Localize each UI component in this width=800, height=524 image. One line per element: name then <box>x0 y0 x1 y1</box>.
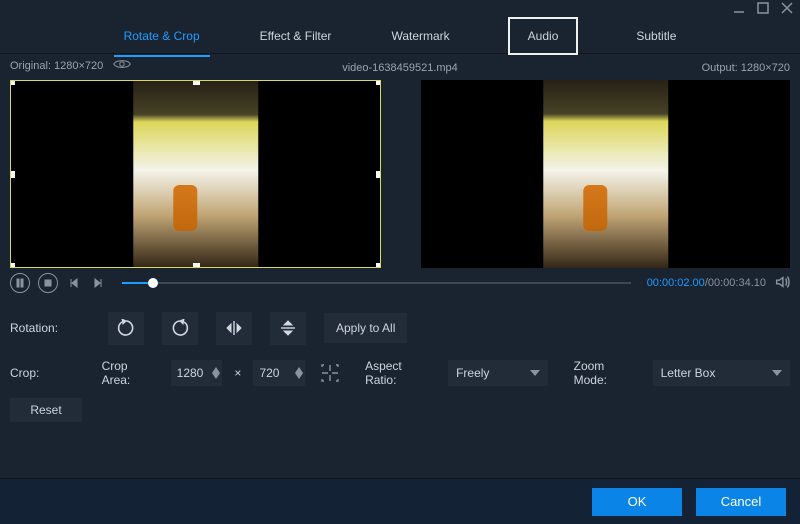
crop-handle[interactable] <box>376 263 381 268</box>
crop-height-value: 720 <box>259 366 279 380</box>
chevron-down-icon <box>530 368 540 378</box>
ok-button[interactable]: OK <box>592 488 682 516</box>
cancel-button[interactable]: Cancel <box>696 488 786 516</box>
seek-knob[interactable] <box>148 278 158 288</box>
preview-info-row: Original: 1280×720 video-1638459521.mp4 … <box>0 54 800 76</box>
play-bar: 00:00:02.00/00:00:34.10 <box>0 268 800 298</box>
output-preview <box>421 80 790 268</box>
times-label: × <box>234 366 241 380</box>
crop-label: Crop: <box>10 366 90 380</box>
volume-icon[interactable] <box>774 274 790 293</box>
reset-button[interactable]: Reset <box>10 398 82 422</box>
total-time: 00:00:34.10 <box>708 277 766 289</box>
video-thumbnail <box>133 81 258 267</box>
flip-vertical-button[interactable] <box>270 312 306 345</box>
crop-handle[interactable] <box>193 80 200 85</box>
zoom-mode-label: Zoom Mode: <box>574 359 641 387</box>
spin-down-icon[interactable] <box>295 373 303 379</box>
reset-row: Reset <box>0 394 800 426</box>
seek-slider[interactable] <box>122 282 631 284</box>
crop-area-label: Crop Area: <box>102 359 159 387</box>
crop-preview[interactable] <box>10 80 381 268</box>
next-frame-button[interactable] <box>90 275 106 291</box>
dialog-footer: OK Cancel <box>0 478 800 524</box>
flip-horizontal-button[interactable] <box>216 312 252 345</box>
eye-icon[interactable] <box>113 57 131 74</box>
tab-effect-filter[interactable]: Effect & Filter <box>258 25 334 47</box>
crop-handle[interactable] <box>193 263 200 268</box>
crop-center-button[interactable] <box>317 360 343 386</box>
zoom-mode-dropdown[interactable]: Letter Box <box>653 360 790 386</box>
crop-handle[interactable] <box>376 80 381 85</box>
chevron-down-icon <box>772 368 782 378</box>
current-time: 00:00:02.00 <box>647 277 705 289</box>
rotate-ccw-button[interactable] <box>108 312 144 345</box>
tab-subtitle[interactable]: Subtitle <box>634 25 678 47</box>
crop-handle[interactable] <box>10 80 15 85</box>
aspect-ratio-label: Aspect Ratio: <box>365 359 436 387</box>
spin-down-icon[interactable] <box>212 373 220 379</box>
aspect-ratio-value: Freely <box>456 366 489 380</box>
crop-height-input[interactable]: 720 <box>253 360 305 386</box>
rotate-cw-button[interactable] <box>162 312 198 345</box>
apply-to-all-button[interactable]: Apply to All <box>324 313 407 343</box>
video-editor-window: Rotate & Crop Effect & Filter Watermark … <box>0 0 800 524</box>
stop-button[interactable] <box>38 273 58 293</box>
time-display: 00:00:02.00/00:00:34.10 <box>647 277 766 289</box>
zoom-mode-value: Letter Box <box>661 366 716 380</box>
minimize-icon[interactable] <box>732 1 746 18</box>
tab-rotate-crop[interactable]: Rotate & Crop <box>122 25 202 47</box>
pause-button[interactable] <box>10 273 30 293</box>
crop-row: Crop: Crop Area: 1280 × 720 Aspect Ratio… <box>0 352 800 394</box>
close-icon[interactable] <box>780 1 794 18</box>
tab-watermark[interactable]: Watermark <box>389 25 451 47</box>
output-size-label: Output: 1280×720 <box>702 62 790 74</box>
rotation-label: Rotation: <box>10 321 90 335</box>
preview-area <box>0 76 800 268</box>
prev-frame-button[interactable] <box>66 275 82 291</box>
video-thumbnail <box>543 80 668 268</box>
title-bar <box>0 0 800 18</box>
crop-handle[interactable] <box>10 263 15 268</box>
crop-width-input[interactable]: 1280 <box>171 360 223 386</box>
maximize-icon[interactable] <box>756 1 770 18</box>
aspect-ratio-dropdown[interactable]: Freely <box>448 360 548 386</box>
crop-width-value: 1280 <box>177 366 204 380</box>
crop-handle[interactable] <box>10 171 15 178</box>
crop-handle[interactable] <box>376 171 381 178</box>
top-tabs: Rotate & Crop Effect & Filter Watermark … <box>0 18 800 54</box>
original-size-label: Original: 1280×720 <box>10 60 103 72</box>
filename-label: video-1638459521.mp4 <box>342 62 458 74</box>
tab-audio[interactable]: Audio <box>508 17 579 55</box>
rotation-row: Rotation: Apply to All <box>0 304 800 352</box>
